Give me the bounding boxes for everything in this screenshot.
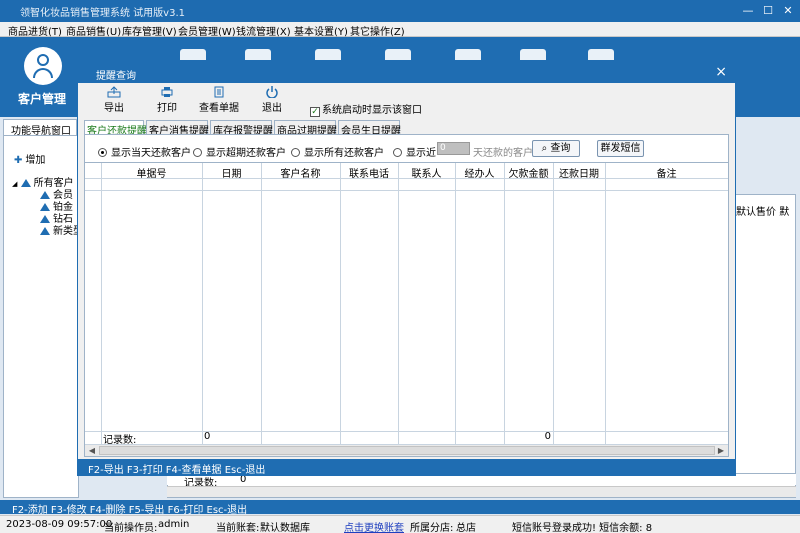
tab-stock-alert[interactable]: 库存报警提醒 <box>210 120 273 137</box>
radio-overdue[interactable]: 显示超期还款客户 <box>193 144 286 159</box>
tab-sales-reminder[interactable]: 客户消售提醒 <box>146 120 209 137</box>
grid-horizontal-scrollbar[interactable]: ◀ ▶ <box>85 444 728 456</box>
menu-member[interactable]: 会员管理(W) <box>178 23 236 38</box>
send-sms-button[interactable]: 群发短信 <box>597 140 644 157</box>
collapse-icon[interactable]: ◢ <box>12 180 17 188</box>
reminder-grid: 单据号 日期 客户名称 联系电话 联系人 经办人 欠款金额 还款日期 备注 记录… <box>85 162 728 456</box>
maximize-button[interactable]: ☐ <box>760 3 776 18</box>
exit-button[interactable]: 退出 <box>250 86 294 116</box>
status-branch: 总店 <box>456 523 476 533</box>
tree-item-newtype[interactable]: 新类型 <box>40 222 78 237</box>
days-suffix-label: 天还款的客户 <box>473 148 533 159</box>
arrow-up-icon <box>20 179 31 187</box>
radio-today[interactable]: 显示当天还款客户 <box>98 144 191 159</box>
minimize-button[interactable]: — <box>740 3 756 18</box>
status-account: 默认数据库 <box>260 523 310 533</box>
status-operator: admin <box>158 519 190 530</box>
window-title-bar: 领智化妆品销售管理系统 试用版v3.1 — ☐ ✕ <box>0 0 800 22</box>
menu-sales[interactable]: 商品销售(U) <box>66 23 121 38</box>
show-on-start-checkbox[interactable]: ✓ 系统启动时显示该窗口 <box>310 101 422 117</box>
dialog-shortcut-bar: F2-导出 F3-打印 F4-查看单据 Esc-退出 <box>78 459 735 476</box>
dialog-title-bar: 提醒查询 × <box>78 61 735 83</box>
switch-account-link[interactable]: 点击更换账套 <box>344 519 404 533</box>
radio-all[interactable]: 显示所有还款客户 <box>291 144 384 159</box>
status-branch-label: 所属分店: <box>410 523 454 533</box>
tab-birthday-reminder[interactable]: 会员生日提醒 <box>338 120 401 137</box>
nav-panel: ✚增加 ◢ 所有客户 会员 铂金 钻石 新类型 <box>3 135 79 498</box>
menu-inventory[interactable]: 库存管理(V) <box>122 23 177 38</box>
dialog-title: 提醒查询 <box>96 71 136 82</box>
add-button[interactable]: ✚ 增加 <box>14 151 45 166</box>
arrow-up-icon <box>40 227 50 235</box>
power-icon <box>266 86 278 98</box>
checkmark-icon: ✓ <box>310 107 320 117</box>
tab-repayment-reminder[interactable]: 客户还款提醒 <box>84 120 147 137</box>
dialog-body: 显示当天还款客户 显示超期还款客户 显示所有还款客户 显示近 0 天还款的客户 … <box>84 134 729 457</box>
nav-tab[interactable]: 功能导航窗口 <box>3 119 77 137</box>
grid-footer: 记录数: 0 0 <box>85 431 728 446</box>
document-icon <box>214 86 224 98</box>
record-count: 0 <box>204 431 211 442</box>
status-account-label: 当前账套: <box>216 523 260 533</box>
scroll-thumb[interactable] <box>99 446 715 455</box>
menu-cashflow[interactable]: 钱流管理(X) <box>236 23 291 38</box>
menu-purchase[interactable]: 商品进货(T) <box>8 23 62 38</box>
scroll-left-icon[interactable]: ◀ <box>86 445 98 456</box>
radio-recent[interactable]: 显示近 <box>393 144 436 159</box>
background-scrollbar[interactable] <box>167 486 796 497</box>
status-operator-label: 当前操作员: <box>104 523 158 533</box>
customer-icon[interactable] <box>24 47 62 85</box>
search-icon: ⌕ <box>541 143 548 154</box>
menu-other[interactable]: 其它操作(Z) <box>350 23 405 38</box>
days-input[interactable]: 0 <box>437 142 470 155</box>
tab-expiry-reminder[interactable]: 商品过期提醒 <box>274 120 337 137</box>
scroll-right-icon[interactable]: ▶ <box>715 445 727 456</box>
column-default-price: 默认售价 默 <box>736 207 790 218</box>
module-label[interactable]: 客户管理 <box>18 90 66 107</box>
export-icon <box>107 86 121 98</box>
amount-total: 0 <box>544 431 551 442</box>
query-button[interactable]: ⌕ 查询 <box>532 140 580 157</box>
menu-settings[interactable]: 基本设置(Y) <box>294 23 348 38</box>
view-document-button[interactable]: 查看单据 <box>196 86 242 116</box>
close-button[interactable]: ✕ <box>780 3 796 18</box>
menu-bar: 商品进货(T) 商品销售(U) 库存管理(V) 会员管理(W) 钱流管理(X) … <box>0 22 800 38</box>
window-title: 领智化妆品销售管理系统 试用版v3.1 <box>20 8 185 19</box>
status-sms: 短信账号登录成功! 短信余额: 8 <box>512 523 653 533</box>
row-indicator <box>91 182 101 190</box>
print-icon <box>161 87 173 97</box>
export-button[interactable]: 导出 <box>92 86 136 116</box>
shortcut-bar: F2-添加 F3-修改 F4-删除 F5-导出 F6-打印 Esc-退出 <box>0 500 800 516</box>
reminder-dialog: 提醒查询 × 导出 打印 查看单据 退出 ✓ 系统启动时显示该窗口 客户还款提醒 … <box>77 60 736 476</box>
dialog-close-button[interactable]: × <box>715 64 727 80</box>
status-bar: 2023-08-09 09:57:00 当前操作员: admin 当前账套: 默… <box>0 515 800 533</box>
print-button[interactable]: 打印 <box>145 86 189 116</box>
status-datetime: 2023-08-09 09:57:00 <box>6 519 113 530</box>
plus-icon: ✚ <box>14 155 23 166</box>
